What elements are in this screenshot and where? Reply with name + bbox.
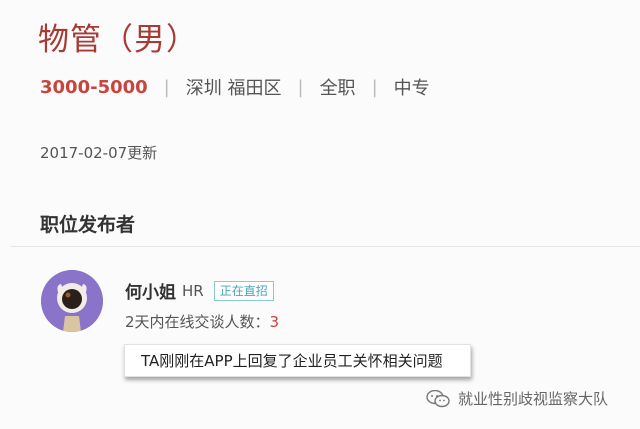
chat-stats-label: 2天内在线交谈人数： bbox=[125, 313, 270, 331]
job-type: 全职 bbox=[319, 78, 356, 99]
job-detail-page: 物管（男） 3000-5000 | 深圳 福田区 | 全职 | 中专 2017-… bbox=[0, 0, 640, 429]
watermark: 就业性别歧视监察大队 bbox=[426, 388, 608, 409]
avatar-illustration-icon bbox=[41, 270, 103, 332]
job-meta-row: 3000-5000 | 深圳 福田区 | 全职 | 中专 bbox=[40, 74, 430, 100]
meta-separator: | bbox=[163, 76, 170, 98]
publisher-section-title: 职位发布者 bbox=[40, 214, 136, 236]
wechat-icon bbox=[426, 389, 450, 407]
education-requirement: 中专 bbox=[393, 78, 430, 99]
job-title: 物管（男） bbox=[38, 22, 198, 58]
meta-separator: | bbox=[371, 76, 378, 98]
reply-notice-text: TA刚刚在APP上回复了企业员工关怀相关问题 bbox=[141, 352, 443, 370]
job-location: 深圳 福田区 bbox=[185, 78, 282, 99]
chat-stats: 2天内在线交谈人数：3 bbox=[125, 311, 279, 332]
publisher-info-row: 何小姐 HR 正在直招 bbox=[125, 278, 274, 303]
watermark-text: 就业性别歧视监察大队 bbox=[458, 390, 609, 408]
status-badge: 正在直招 bbox=[213, 280, 274, 301]
publisher-role: HR bbox=[182, 281, 204, 300]
avatar[interactable] bbox=[41, 270, 103, 332]
reply-notice: TA刚刚在APP上回复了企业员工关怀相关问题 bbox=[124, 344, 471, 377]
publisher-name[interactable]: 何小姐 bbox=[125, 278, 176, 303]
meta-separator: | bbox=[297, 76, 304, 98]
section-divider bbox=[10, 246, 640, 247]
chat-count: 3 bbox=[269, 313, 280, 331]
salary-range: 3000-5000 bbox=[40, 76, 148, 98]
updated-date: 2017-02-07更新 bbox=[40, 144, 158, 162]
